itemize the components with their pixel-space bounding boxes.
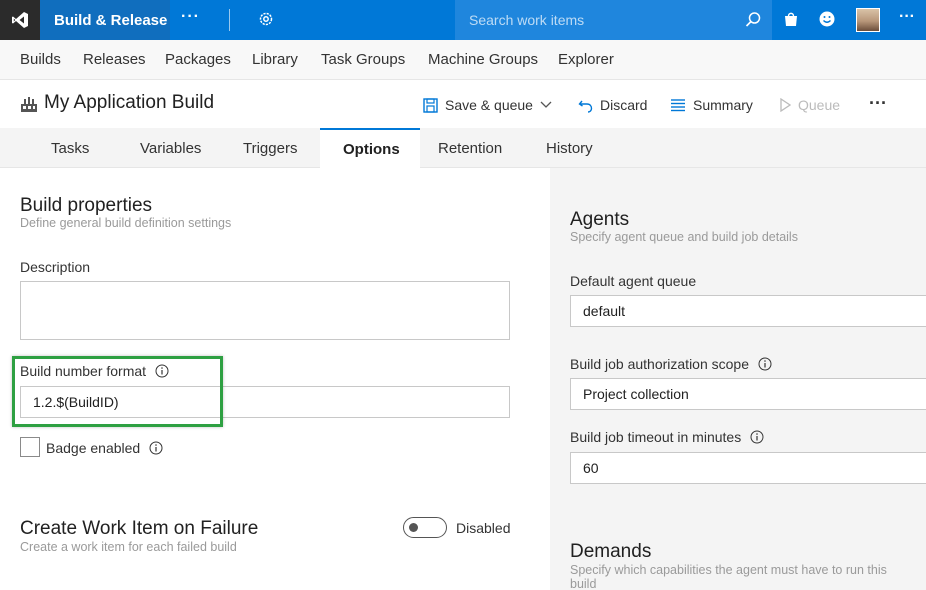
agents-subtitle: Specify agent queue and build job detail… xyxy=(570,230,798,244)
timeout-label-row: Build job timeout in minutes xyxy=(570,429,764,445)
shopping-bag-icon[interactable] xyxy=(783,11,799,27)
top-bar: Build & Release ··· ··· xyxy=(0,0,926,40)
build-properties-subtitle: Define general build definition settings xyxy=(20,216,232,230)
hub-more-icon[interactable]: ··· xyxy=(181,8,200,26)
nav-explorer[interactable]: Explorer xyxy=(558,51,614,68)
hub-title-build-release[interactable]: Build & Release xyxy=(40,0,170,40)
highlight-box xyxy=(12,356,223,427)
work-item-toggle[interactable] xyxy=(403,517,447,538)
toggle-knob xyxy=(409,523,418,532)
demands-subtitle-line1: Specify which capabilities the agent mus… xyxy=(570,563,887,577)
toolbar-more-icon[interactable]: ··· xyxy=(869,93,887,114)
badge-enabled-label-row: Badge enabled xyxy=(46,440,163,456)
nav-releases[interactable]: Releases xyxy=(83,51,146,68)
tab-options[interactable]: Options xyxy=(343,141,400,158)
build-properties-title: Build properties xyxy=(20,195,153,216)
queue-label: Queue xyxy=(798,97,841,113)
divider xyxy=(229,9,230,31)
undo-icon xyxy=(578,100,593,113)
avatar[interactable] xyxy=(856,8,880,32)
info-icon[interactable] xyxy=(750,430,764,444)
tab-variables[interactable]: Variables xyxy=(140,140,201,157)
badge-enabled-label: Badge enabled xyxy=(46,440,141,456)
work-item-subtitle: Create a work item for each failed build xyxy=(20,540,237,554)
tab-retention[interactable]: Retention xyxy=(438,140,502,157)
search-box xyxy=(455,0,772,40)
tab-history[interactable]: History xyxy=(546,140,593,157)
vs-logo-icon[interactable] xyxy=(0,0,40,40)
auth-scope-label-row: Build job authorization scope xyxy=(570,356,772,372)
page-title: My Application Build xyxy=(44,92,215,113)
default-agent-queue-label: Default agent queue xyxy=(570,273,697,289)
default-agent-queue-select[interactable]: default xyxy=(570,295,926,327)
nav-packages[interactable]: Packages xyxy=(165,51,231,68)
definition-header: My Application Build Save & queue Discar… xyxy=(0,81,926,128)
save-icon xyxy=(423,97,438,113)
queue-button[interactable]: Queue xyxy=(779,97,840,113)
hub-navigation: Builds Releases Packages Library Task Gr… xyxy=(0,40,926,80)
work-item-title: Create Work Item on Failure xyxy=(20,518,259,539)
description-field[interactable] xyxy=(20,281,510,340)
auth-scope-label: Build job authorization scope xyxy=(570,356,750,372)
badge-enabled-checkbox[interactable] xyxy=(20,437,40,457)
demands-title: Demands xyxy=(570,541,652,562)
search-icon[interactable] xyxy=(744,11,762,29)
timeout-field[interactable]: 60 xyxy=(570,452,926,484)
smiley-icon[interactable] xyxy=(818,10,836,28)
nav-builds[interactable]: Builds xyxy=(20,51,61,68)
auth-scope-select[interactable]: Project collection xyxy=(570,378,926,410)
agents-title: Agents xyxy=(570,209,630,230)
tab-triggers[interactable]: Triggers xyxy=(243,140,297,157)
discard-label: Discard xyxy=(600,97,648,113)
summary-label: Summary xyxy=(693,97,753,113)
info-icon[interactable] xyxy=(758,357,772,371)
demands-subtitle-line2: build xyxy=(570,577,597,590)
tab-tasks[interactable]: Tasks xyxy=(51,140,89,157)
summary-button[interactable]: Summary xyxy=(670,97,753,113)
description-label: Description xyxy=(20,259,91,275)
more-icon[interactable]: ··· xyxy=(899,8,915,26)
toggle-state-label: Disabled xyxy=(456,520,511,536)
gear-icon[interactable] xyxy=(257,10,275,28)
info-icon[interactable] xyxy=(149,441,163,455)
nav-library[interactable]: Library xyxy=(252,51,298,68)
discard-button[interactable]: Discard xyxy=(578,97,647,113)
search-input[interactable] xyxy=(469,10,729,30)
nav-task-groups[interactable]: Task Groups xyxy=(321,51,405,68)
chevron-down-icon[interactable] xyxy=(540,101,552,109)
list-icon xyxy=(671,99,685,112)
build-definition-icon xyxy=(20,95,38,113)
definition-tabs: Tasks Variables Triggers Options Retenti… xyxy=(0,128,926,169)
nav-machine-groups[interactable]: Machine Groups xyxy=(428,51,538,68)
play-icon xyxy=(780,98,791,112)
save-and-queue-button[interactable]: Save & queue xyxy=(423,97,552,113)
timeout-label: Build job timeout in minutes xyxy=(570,429,742,445)
save-and-queue-label: Save & queue xyxy=(445,97,533,113)
